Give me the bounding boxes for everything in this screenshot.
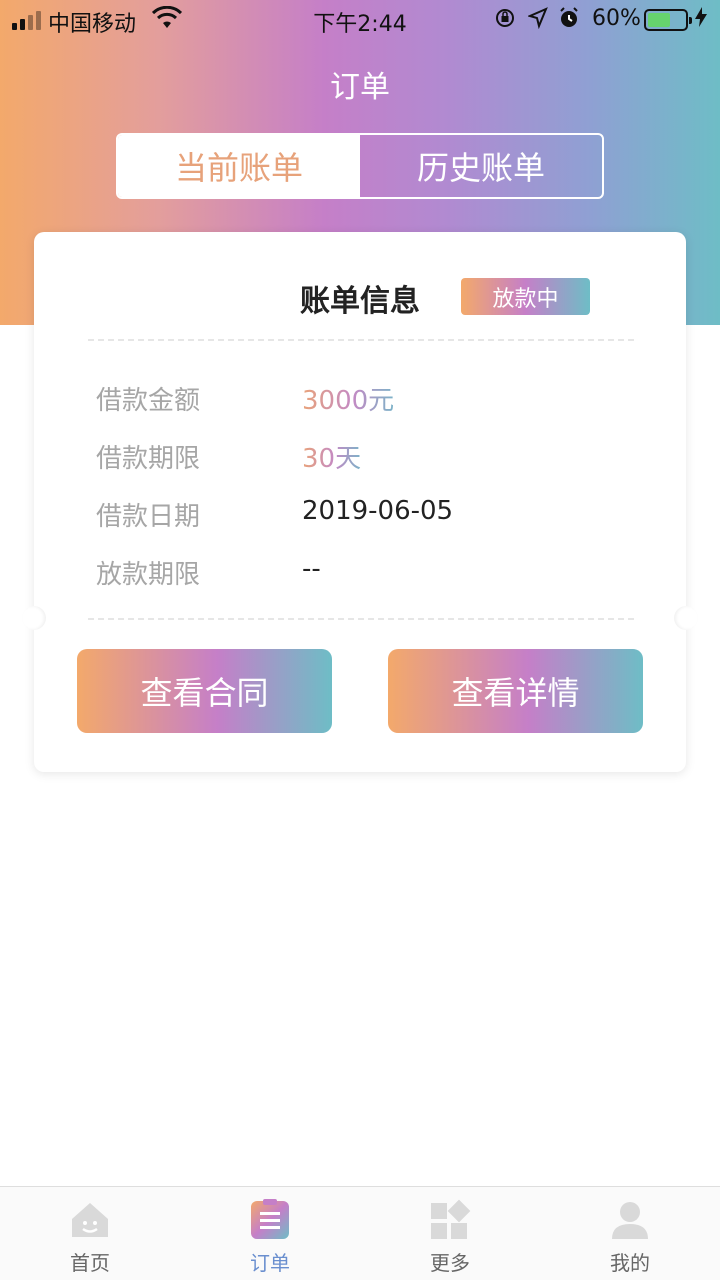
divider-top [88, 339, 634, 341]
tab-orders[interactable]: 订单 [180, 1187, 360, 1280]
grid-icon [429, 1199, 471, 1241]
charging-icon [694, 6, 708, 33]
page-title: 订单 [330, 70, 390, 105]
status-badge: 放款中 [461, 278, 590, 315]
location-icon [527, 7, 548, 34]
info-row-disbursement-term: 放款期限 -- [96, 554, 636, 594]
tab-more[interactable]: 更多 [360, 1187, 540, 1280]
order-icon [249, 1199, 291, 1241]
tab-label: 更多 [430, 1251, 470, 1275]
tab-mine[interactable]: 我的 [540, 1187, 720, 1280]
battery-icon [644, 9, 692, 31]
bill-segment-control: 当前账单 历史账单 [116, 133, 604, 199]
info-value: -- [302, 554, 321, 584]
battery-percentage: 60% [592, 6, 641, 31]
tab-history-bill[interactable]: 历史账单 [360, 135, 602, 197]
bill-card: 账单信息 放款中 借款金额 3000元 借款期限 30天 借款日期 2019-0… [22, 232, 698, 772]
status-bar: 中国移动 下午2:44 60% [0, 0, 720, 40]
info-label: 借款金额 [96, 386, 201, 416]
info-row-loan-term: 借款期限 30天 [96, 438, 636, 478]
user-icon [609, 1199, 651, 1241]
tab-home[interactable]: 首页 [0, 1187, 180, 1280]
info-label: 借款日期 [96, 502, 201, 532]
view-details-button[interactable]: 查看详情 [388, 649, 643, 733]
ticket-notch-right [674, 606, 698, 630]
info-label: 借款期限 [96, 444, 201, 474]
info-label: 放款期限 [96, 560, 201, 590]
divider-bottom [88, 618, 634, 620]
tab-label: 首页 [70, 1251, 110, 1275]
info-value: 2019-06-05 [302, 496, 454, 526]
info-row-loan-amount: 借款金额 3000元 [96, 380, 636, 420]
rotation-lock-icon [494, 7, 516, 34]
home-icon [69, 1199, 111, 1241]
ticket-notch-left [22, 606, 46, 630]
tab-label: 订单 [250, 1251, 290, 1275]
tab-bar: 首页 订单 更多 我的 [0, 1186, 720, 1280]
info-value: 30天 [302, 438, 361, 475]
alarm-icon [558, 7, 580, 34]
view-contract-button[interactable]: 查看合同 [77, 649, 332, 733]
info-value: 3000元 [302, 380, 394, 417]
tab-current-bill[interactable]: 当前账单 [118, 135, 360, 197]
tab-label: 我的 [610, 1251, 650, 1275]
info-row-loan-date: 借款日期 2019-06-05 [96, 496, 636, 536]
